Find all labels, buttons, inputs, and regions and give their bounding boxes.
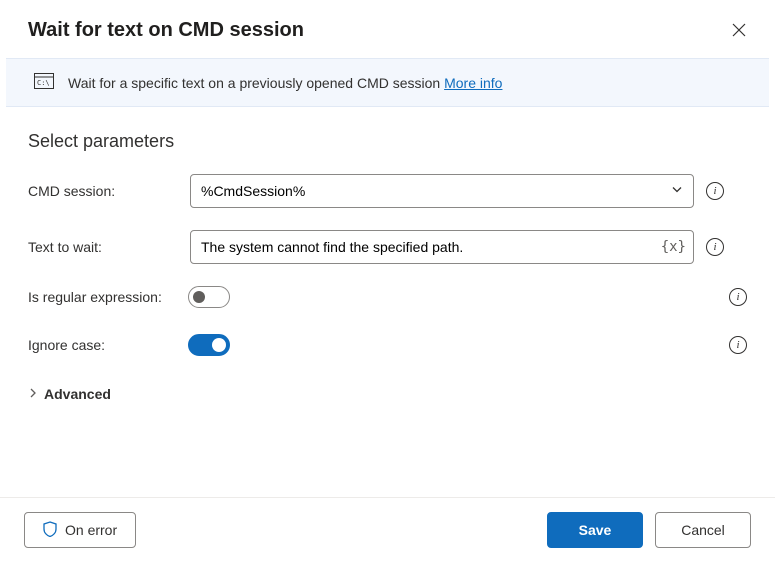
section-title: Select parameters xyxy=(28,131,747,152)
dialog-title: Wait for text on CMD session xyxy=(28,19,304,42)
dialog-header: Wait for text on CMD session xyxy=(0,0,775,58)
cmd-icon: C:\ xyxy=(34,73,54,92)
row-is-regex: Is regular expression: i xyxy=(28,286,747,308)
more-info-link[interactable]: More info xyxy=(444,75,502,91)
cmd-session-select[interactable] xyxy=(190,174,694,208)
shield-icon xyxy=(43,521,57,540)
dialog-footer: On error Save Cancel xyxy=(0,497,775,568)
row-cmd-session: CMD session: i xyxy=(28,174,747,208)
info-banner-text: Wait for a specific text on a previously… xyxy=(68,75,502,91)
save-label: Save xyxy=(579,522,612,538)
advanced-label: Advanced xyxy=(44,386,111,402)
text-to-wait-input[interactable] xyxy=(190,230,694,264)
info-icon-cmd-session[interactable]: i xyxy=(706,182,724,200)
info-icon-ignore-case[interactable]: i xyxy=(729,336,747,354)
chevron-right-icon xyxy=(28,388,38,401)
label-cmd-session: CMD session: xyxy=(28,183,178,199)
cancel-label: Cancel xyxy=(681,522,725,538)
label-is-regex: Is regular expression: xyxy=(28,289,188,305)
cancel-button[interactable]: Cancel xyxy=(655,512,751,548)
row-ignore-case: Ignore case: i xyxy=(28,334,747,356)
text-to-wait-wrap: {x} xyxy=(190,230,694,264)
toggle-is-regex[interactable] xyxy=(188,286,230,308)
info-banner: C:\ Wait for a specific text on a previo… xyxy=(6,58,769,107)
close-icon xyxy=(732,23,746,37)
banner-description: Wait for a specific text on a previously… xyxy=(68,75,440,91)
on-error-button[interactable]: On error xyxy=(24,512,136,548)
svg-text:C:\: C:\ xyxy=(37,79,50,87)
save-button[interactable]: Save xyxy=(547,512,643,548)
row-text-to-wait: Text to wait: {x} i xyxy=(28,230,747,264)
toggle-ignore-case[interactable] xyxy=(188,334,230,356)
cmd-session-wrap xyxy=(190,174,694,208)
info-icon-is-regex[interactable]: i xyxy=(729,288,747,306)
label-text-to-wait: Text to wait: xyxy=(28,239,178,255)
info-icon-text-to-wait[interactable]: i xyxy=(706,238,724,256)
dialog-content: Select parameters CMD session: i Text to… xyxy=(0,107,775,497)
close-button[interactable] xyxy=(727,18,751,42)
advanced-section-toggle[interactable]: Advanced xyxy=(28,382,747,406)
on-error-label: On error xyxy=(65,522,117,538)
label-ignore-case: Ignore case: xyxy=(28,337,188,353)
